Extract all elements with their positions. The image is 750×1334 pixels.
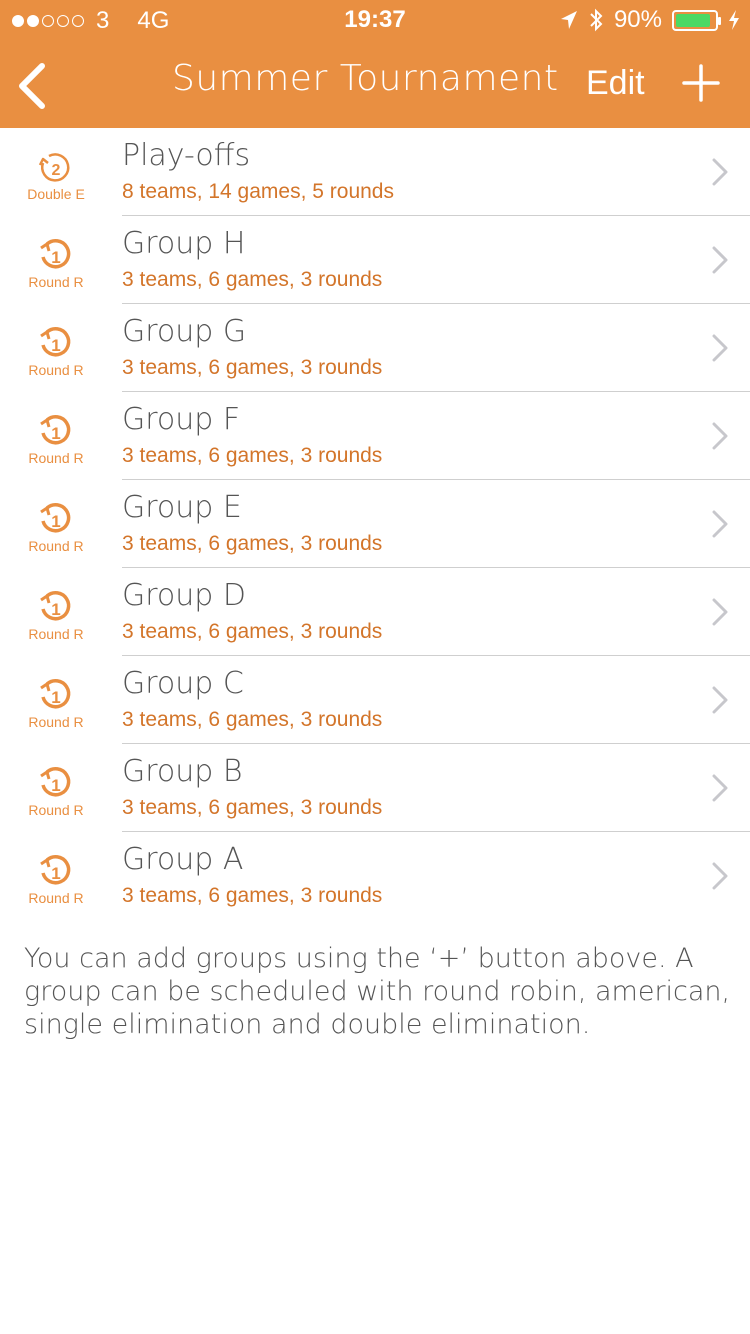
icon-number: 1 — [51, 600, 60, 619]
schedule-type-label: Round R — [28, 626, 84, 642]
group-summary: 3 teams, 6 games, 3 rounds — [122, 532, 383, 555]
group-title: Group F — [122, 402, 241, 437]
round-robin-icon-glyph: 1 — [40, 679, 71, 709]
round-robin-icon-glyph: 1 — [40, 239, 71, 269]
round-robin-icon: 1 Round R — [24, 678, 88, 738]
group-title: Group B — [122, 754, 243, 789]
app-screen: 3 4G 19:37 90% Summer Tournament Edit 2 … — [0, 0, 750, 1334]
schedule-type-label: Round R — [28, 802, 84, 818]
group-title: Group G — [122, 314, 247, 349]
status-right: 90% — [560, 6, 740, 34]
chevron-right-icon — [712, 422, 728, 450]
round-robin-icon-glyph: 1 — [40, 591, 71, 621]
page-title: Summer Tournament — [172, 58, 559, 99]
schedule-type-label: Round R — [28, 538, 84, 554]
round-robin-icon-glyph: 1 — [40, 327, 71, 357]
group-summary: 3 teams, 6 games, 3 rounds — [122, 268, 383, 291]
group-summary: 3 teams, 6 games, 3 rounds — [122, 884, 383, 907]
round-robin-icon-glyph: 1 — [40, 415, 71, 445]
location-arrow-icon — [560, 11, 577, 29]
battery-icon — [672, 9, 721, 31]
round-robin-icon: 1 Round R — [24, 590, 88, 650]
group-summary: 8 teams, 14 games, 5 rounds — [122, 180, 394, 203]
group-summary: 3 teams, 6 games, 3 rounds — [122, 444, 383, 467]
schedule-type-label: Round R — [28, 890, 84, 906]
group-summary: 3 teams, 6 games, 3 rounds — [122, 620, 383, 643]
help-text: You can add groups using the ‘+’ button … — [24, 943, 731, 1040]
navigation-bar: Summer Tournament Edit — [0, 40, 750, 128]
group-title: Group C — [122, 666, 244, 701]
list-item[interactable]: 2 Double E Play-offs 8 teams, 14 games, … — [0, 128, 750, 216]
chevron-right-icon — [712, 158, 728, 186]
schedule-type-label: Round R — [28, 362, 84, 378]
list-item[interactable]: 1 Round R Group H 3 teams, 6 games, 3 ro… — [0, 216, 750, 304]
icon-number: 2 — [52, 162, 61, 179]
round-robin-icon: 1 Round R — [24, 326, 88, 386]
list-item[interactable]: 1 Round R Group E 3 teams, 6 games, 3 ro… — [0, 480, 750, 568]
round-robin-icon-glyph: 1 — [40, 855, 71, 885]
round-robin-icon: 1 Round R — [24, 766, 88, 826]
chevron-right-icon — [712, 862, 728, 890]
schedule-type-label: Round R — [28, 450, 84, 466]
schedule-type-label: Double E — [27, 186, 85, 202]
group-title: Play-offs — [122, 138, 251, 173]
list-item[interactable]: 1 Round R Group G 3 teams, 6 games, 3 ro… — [0, 304, 750, 392]
group-title: Group A — [122, 842, 244, 877]
schedule-type-label: Round R — [28, 274, 84, 290]
round-robin-icon: 1 Round R — [24, 414, 88, 474]
chevron-right-icon — [712, 774, 728, 802]
list-item[interactable]: 1 Round R Group A 3 teams, 6 games, 3 ro… — [0, 832, 750, 920]
round-robin-icon: 1 Round R — [24, 502, 88, 562]
list-item[interactable]: 1 Round R Group F 3 teams, 6 games, 3 ro… — [0, 392, 750, 480]
round-robin-icon: 1 Round R — [24, 238, 88, 298]
status-bar: 3 4G 19:37 90% — [0, 0, 750, 40]
chevron-right-icon — [712, 598, 728, 626]
icon-number: 1 — [51, 248, 60, 267]
chevron-right-icon — [712, 334, 728, 362]
bluetooth-icon — [590, 8, 603, 32]
charging-bolt-icon — [729, 10, 739, 30]
icon-number: 1 — [51, 776, 60, 795]
chevron-right-icon — [712, 510, 728, 538]
icon-number: 1 — [51, 688, 60, 707]
round-robin-icon-glyph: 1 — [40, 503, 71, 533]
group-summary: 3 teams, 6 games, 3 rounds — [122, 708, 383, 731]
chevron-right-icon — [712, 246, 728, 274]
round-robin-icon-glyph: 1 — [40, 767, 71, 797]
icon-number: 1 — [51, 424, 60, 443]
group-summary: 3 teams, 6 games, 3 rounds — [122, 796, 383, 819]
double-elimination-icon-glyph: 2 — [38, 153, 70, 182]
list-item[interactable]: 1 Round R Group C 3 teams, 6 games, 3 ro… — [0, 656, 750, 744]
schedule-type-label: Round R — [28, 714, 84, 730]
back-chevron-icon[interactable] — [14, 62, 54, 110]
icon-number: 1 — [51, 512, 60, 531]
round-robin-icon: 1 Round R — [24, 854, 88, 914]
group-summary: 3 teams, 6 games, 3 rounds — [122, 356, 383, 379]
double-elimination-icon: 2 Double E — [24, 150, 88, 210]
edit-button[interactable]: Edit — [586, 64, 645, 103]
chevron-right-icon — [712, 686, 728, 714]
group-title: Group D — [122, 578, 246, 613]
icon-number: 1 — [51, 864, 60, 883]
header: 3 4G 19:37 90% Summer Tournament Edit — [0, 0, 750, 128]
list-item[interactable]: 1 Round R Group B 3 teams, 6 games, 3 ro… — [0, 744, 750, 832]
group-title: Group E — [122, 490, 242, 525]
add-group-button[interactable] — [682, 64, 720, 102]
group-title: Group H — [122, 226, 246, 261]
battery-percentage: 90% — [613, 6, 662, 33]
group-list: 2 Double E Play-offs 8 teams, 14 games, … — [0, 128, 750, 920]
icon-number: 1 — [51, 336, 60, 355]
list-item[interactable]: 1 Round R Group D 3 teams, 6 games, 3 ro… — [0, 568, 750, 656]
